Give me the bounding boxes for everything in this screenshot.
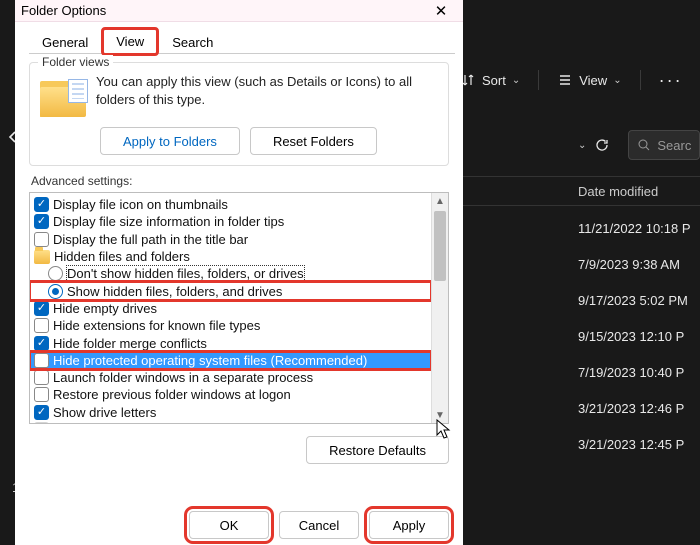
radio-icon[interactable] (48, 284, 63, 299)
list-item[interactable]: 9/15/2023 12:10 P (460, 318, 700, 354)
scrollbar[interactable]: ▲ ▼ (431, 193, 448, 423)
checkbox-icon[interactable] (34, 318, 49, 333)
opt-hide-merge-conflicts[interactable]: Hide folder merge conflicts (30, 334, 431, 351)
checkbox-icon[interactable] (34, 197, 49, 212)
checkbox-icon[interactable] (34, 232, 49, 247)
sort-label: Sort (482, 73, 506, 88)
column-header[interactable]: Date modified (460, 176, 700, 206)
opt-launch-separate-process[interactable]: Launch folder windows in a separate proc… (30, 369, 431, 386)
checkbox-icon[interactable] (34, 370, 49, 385)
opt-show-drive-letters[interactable]: Show drive letters (30, 404, 431, 421)
advanced-settings-box: Display file icon on thumbnails Display … (29, 192, 449, 424)
dialog-title: Folder Options (21, 3, 425, 18)
tab-general[interactable]: General (29, 30, 101, 54)
close-button[interactable]: ✕ (425, 2, 457, 20)
opt-hide-extensions[interactable]: Hide extensions for known file types (30, 317, 431, 334)
folder-icon (34, 250, 50, 264)
search-placeholder: Searc (657, 138, 691, 153)
list-item[interactable]: 11/21/2022 10:18 P (460, 210, 700, 246)
opt-restore-previous-windows[interactable]: Restore previous folder windows at logon (30, 386, 431, 403)
reset-folders-button[interactable]: Reset Folders (250, 127, 377, 155)
checkbox-icon[interactable] (34, 387, 49, 402)
checkbox-icon[interactable] (34, 422, 49, 423)
apply-to-folders-button[interactable]: Apply to Folders (100, 127, 240, 155)
checkbox-icon[interactable] (34, 353, 49, 368)
scroll-thumb[interactable] (434, 211, 446, 281)
more-button[interactable]: ··· (659, 70, 683, 91)
opt-dont-show-hidden[interactable]: Don't show hidden files, folders, or dri… (30, 265, 431, 282)
group-title: Folder views (38, 55, 113, 69)
scroll-down-icon[interactable]: ▼ (432, 407, 448, 423)
view-label: View (579, 73, 607, 88)
folder-icon (40, 77, 86, 117)
search-icon (637, 138, 651, 152)
tab-search[interactable]: Search (159, 30, 226, 54)
advanced-settings-label: Advanced settings: (31, 174, 463, 188)
list-item[interactable]: 9/17/2023 5:02 PM (460, 282, 700, 318)
opt-display-file-icon[interactable]: Display file icon on thumbnails (30, 196, 431, 213)
radio-icon[interactable] (48, 266, 63, 281)
list-item[interactable]: 7/9/2023 9:38 AM (460, 246, 700, 282)
list-item[interactable]: 3/21/2023 12:46 P (460, 390, 700, 426)
list-item[interactable]: 7/19/2023 10:40 P (460, 354, 700, 390)
opt-hide-protected-os-files[interactable]: Hide protected operating system files (R… (30, 352, 431, 369)
apply-button[interactable]: Apply (369, 511, 449, 539)
checkbox-icon[interactable] (34, 214, 49, 229)
explorer-toolbar: Sort ⌄ View ⌄ ··· (460, 62, 690, 98)
folder-views-description: You can apply this view (such as Details… (96, 73, 438, 117)
ok-button[interactable]: OK (189, 511, 269, 539)
opt-display-file-size[interactable]: Display file size information in folder … (30, 213, 431, 230)
opt-show-encrypted-color[interactable]: Show encrypted or compressed NTFS files … (30, 421, 431, 423)
tab-view[interactable]: View (103, 29, 157, 54)
date-modified-header[interactable]: Date modified (578, 184, 658, 199)
scroll-up-icon[interactable]: ▲ (432, 193, 448, 209)
opt-show-hidden[interactable]: Show hidden files, folders, and drives (30, 282, 431, 299)
checkbox-icon[interactable] (34, 405, 49, 420)
folder-views-group: Folder views You can apply this view (su… (29, 62, 449, 166)
address-bar-row: ⌄ Searc (460, 130, 690, 160)
opt-full-path-title[interactable]: Display the full path in the title bar (30, 231, 431, 248)
toolbar-divider (640, 70, 641, 90)
checkbox-icon[interactable] (34, 336, 49, 351)
toolbar-divider (538, 70, 539, 90)
dialog-footer: OK Cancel Apply (189, 511, 449, 539)
titlebar[interactable]: Folder Options ✕ (15, 0, 463, 22)
view-button[interactable]: View ⌄ (557, 72, 621, 88)
checkbox-icon[interactable] (34, 301, 49, 316)
tab-strip: General View Search (29, 26, 455, 54)
settings-tree[interactable]: Display file icon on thumbnails Display … (30, 193, 431, 423)
file-list: 11/21/2022 10:18 P 7/9/2023 9:38 AM 9/17… (460, 210, 700, 462)
search-input[interactable]: Searc (628, 130, 700, 160)
cancel-button[interactable]: Cancel (279, 511, 359, 539)
chevron-down-icon[interactable]: ⌄ (578, 140, 586, 151)
refresh-button[interactable] (594, 132, 610, 158)
chevron-down-icon: ⌄ (613, 75, 621, 86)
folder-options-dialog: Folder Options ✕ General View Search Fol… (15, 0, 463, 545)
restore-defaults-button[interactable]: Restore Defaults (306, 436, 449, 464)
list-item[interactable]: 3/21/2023 12:45 P (460, 426, 700, 462)
opt-hide-empty-drives[interactable]: Hide empty drives (30, 300, 431, 317)
list-icon (557, 72, 573, 88)
opt-hidden-files-group[interactable]: Hidden files and folders (30, 248, 431, 265)
sort-button[interactable]: Sort ⌄ (460, 72, 520, 88)
chevron-down-icon: ⌄ (512, 75, 520, 86)
